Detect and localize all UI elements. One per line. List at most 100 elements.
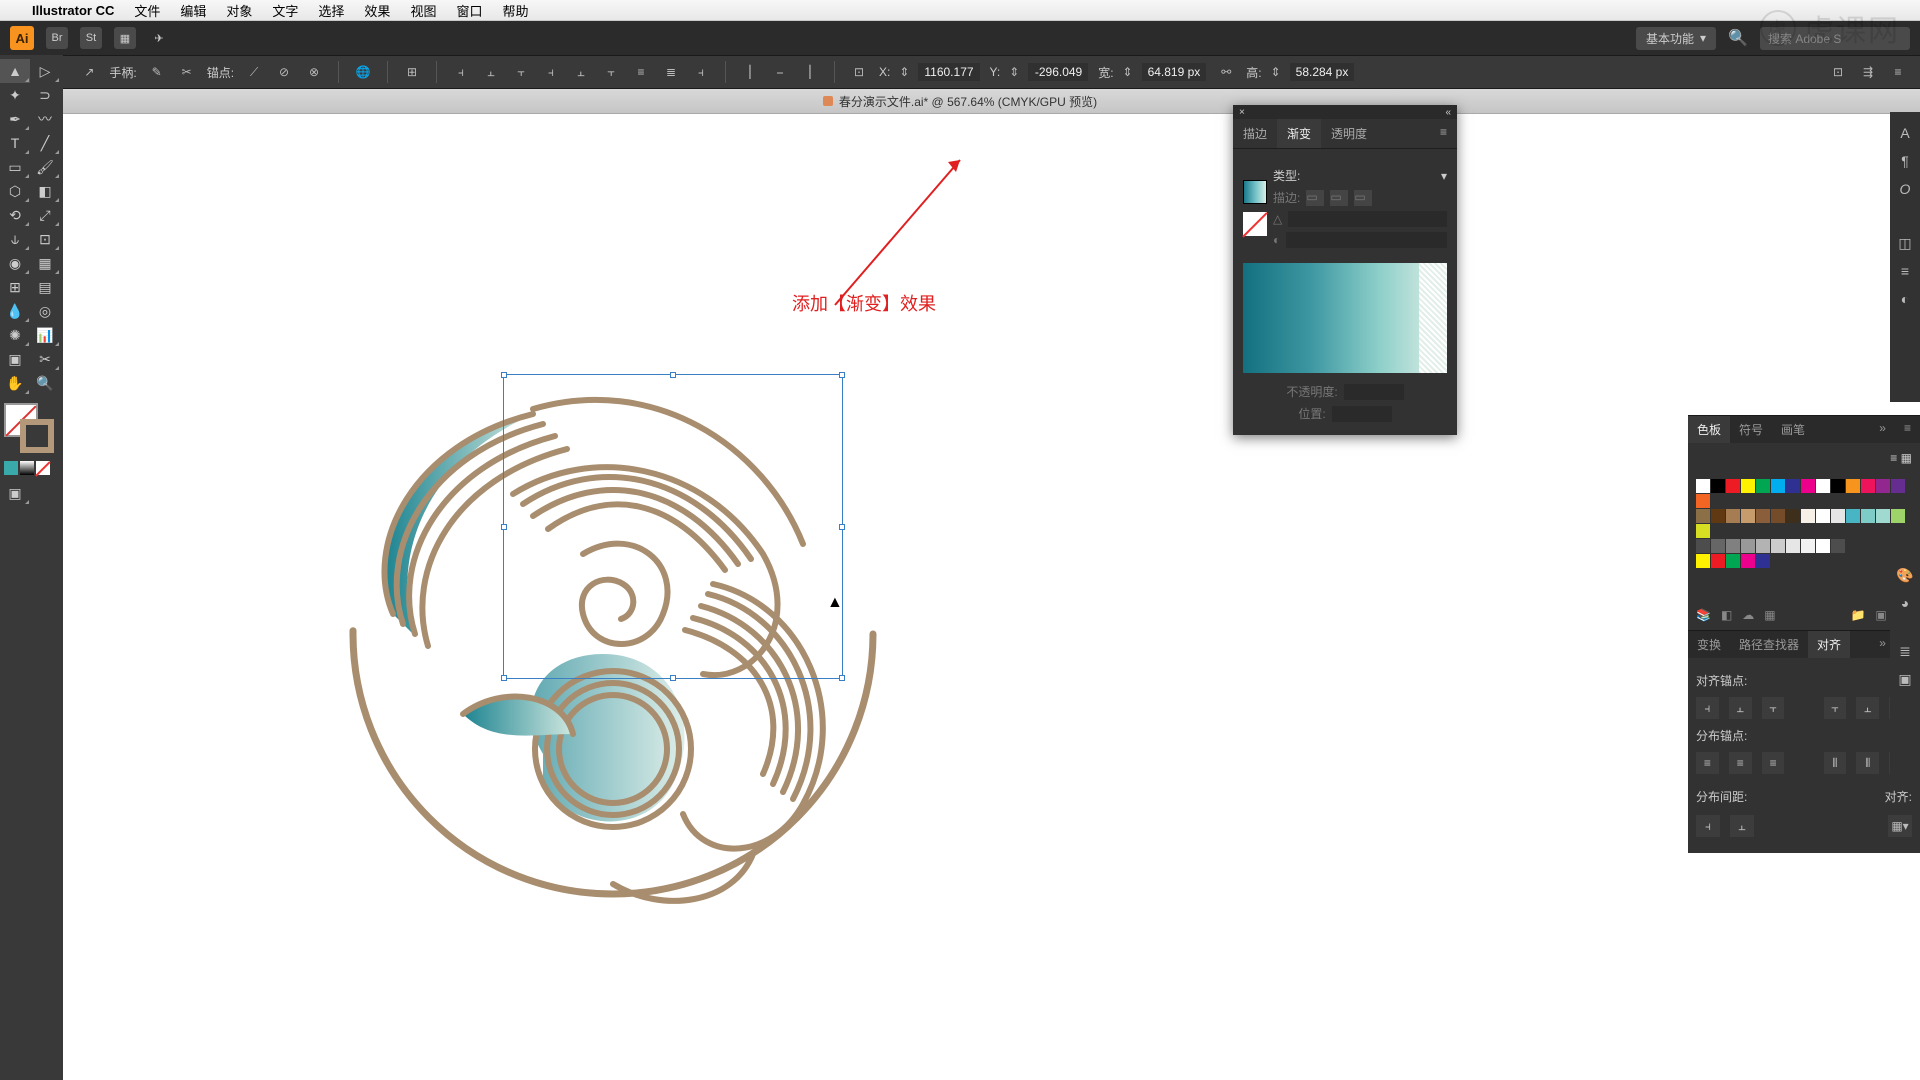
isolate-b-icon[interactable]: ⎮: [800, 62, 820, 82]
swatch-color[interactable]: [1711, 554, 1725, 568]
swatch-color[interactable]: [1726, 539, 1740, 553]
swatch-color[interactable]: [1696, 554, 1710, 568]
swatch-color[interactable]: [1696, 479, 1710, 493]
blend-tool[interactable]: ◎: [30, 299, 60, 323]
swatch-color[interactable]: [1876, 509, 1890, 523]
swatch-color[interactable]: [1726, 509, 1740, 523]
pathfinder-icon[interactable]: ◐: [1894, 288, 1916, 310]
dist-hspace-btn[interactable]: ⫠: [1730, 815, 1754, 837]
swatch-row[interactable]: [1696, 509, 1912, 538]
swatch-color[interactable]: [1816, 479, 1830, 493]
document-title[interactable]: 春分演示文件.ai* @ 567.64% (CMYK/GPU 预览): [839, 93, 1097, 110]
swatch-color[interactable]: [1756, 479, 1770, 493]
swatch-color[interactable]: [1891, 479, 1905, 493]
swatch-color[interactable]: [1696, 524, 1710, 538]
swatch-color[interactable]: [1831, 509, 1845, 523]
align-top-icon[interactable]: ⫞: [541, 62, 561, 82]
type-tool[interactable]: T: [0, 131, 30, 155]
menu-window[interactable]: 窗口: [456, 1, 482, 20]
tab-pathfinder[interactable]: 路径查找器: [1730, 631, 1808, 658]
align-pixel-icon[interactable]: ⊞: [402, 62, 422, 82]
swatch-color[interactable]: [1696, 494, 1710, 508]
dist-v-icon[interactable]: ≣: [661, 62, 681, 82]
rotate-tool[interactable]: ⟲: [0, 203, 30, 227]
swatch-color[interactable]: [1756, 554, 1770, 568]
new-folder-icon[interactable]: 📁: [1850, 608, 1865, 622]
perspective-tool[interactable]: ▦: [30, 251, 60, 275]
y-link-icon[interactable]: ⇕: [1004, 62, 1024, 82]
layers-icon[interactable]: ≣: [1894, 640, 1916, 662]
swatch-color[interactable]: [1801, 539, 1815, 553]
close-icon[interactable]: ×: [1239, 107, 1245, 118]
app-name[interactable]: Illustrator CC: [32, 3, 114, 18]
mesh-tool[interactable]: ⊞: [0, 275, 30, 299]
artboards-icon[interactable]: ▣: [1894, 668, 1916, 690]
swatch-color[interactable]: [1786, 509, 1800, 523]
curvature-tool[interactable]: 〰: [30, 107, 60, 131]
handle-cut-icon[interactable]: ✂: [177, 62, 197, 82]
scale-tool[interactable]: ⤢: [30, 203, 60, 227]
swatch-color[interactable]: [1861, 509, 1875, 523]
dist-left-btn[interactable]: ⦀: [1824, 752, 1847, 774]
swatch-color[interactable]: [1801, 509, 1815, 523]
expand-icon[interactable]: »: [1870, 416, 1895, 443]
menu-edit[interactable]: 编辑: [180, 1, 206, 20]
panel-menu-icon[interactable]: ≡: [1430, 119, 1457, 148]
isolate-icon[interactable]: ⊡: [1828, 62, 1848, 82]
swatch-color[interactable]: [1846, 509, 1860, 523]
zoom-tool[interactable]: 🔍: [30, 371, 60, 395]
swatch-color[interactable]: [1696, 509, 1710, 523]
dist-vspace-btn[interactable]: ⫞: [1696, 815, 1720, 837]
link-wh-icon[interactable]: ⚯: [1216, 62, 1236, 82]
menu-effect[interactable]: 效果: [364, 1, 390, 20]
menu-file[interactable]: 文件: [134, 1, 160, 20]
pin-icon[interactable]: ⇶: [1858, 62, 1878, 82]
align-to-dropdown[interactable]: ▦▾: [1888, 815, 1912, 837]
screen-mode-tool[interactable]: ▣: [0, 481, 30, 505]
swatch-color[interactable]: [1771, 479, 1785, 493]
swatch-color[interactable]: [1831, 479, 1845, 493]
swatch-color[interactable]: [1771, 509, 1785, 523]
swatch-color[interactable]: [1816, 509, 1830, 523]
dist-bottom-btn[interactable]: ≡: [1762, 752, 1785, 774]
color-mode-picker[interactable]: [4, 461, 59, 475]
w-value[interactable]: 64.819 px: [1142, 63, 1207, 81]
swatch-color[interactable]: [1846, 479, 1860, 493]
graph-tool[interactable]: 📊: [30, 323, 60, 347]
paragraph-icon[interactable]: ¶: [1894, 150, 1916, 172]
swatch-color[interactable]: [1741, 539, 1755, 553]
align-hcenter-btn[interactable]: ⫠: [1729, 697, 1752, 719]
swatch-row[interactable]: [1696, 554, 1912, 568]
tab-gradient[interactable]: 渐变: [1277, 119, 1321, 148]
globe-icon[interactable]: 🌐: [353, 62, 373, 82]
swatch-color[interactable]: [1876, 479, 1890, 493]
more-icon[interactable]: ≡: [1888, 62, 1908, 82]
dist-left-icon[interactable]: ⫞: [691, 62, 711, 82]
swatch-color[interactable]: [1711, 479, 1725, 493]
symbol-sprayer-tool[interactable]: ✺: [0, 323, 30, 347]
align-left-btn[interactable]: ⫞: [1696, 697, 1719, 719]
swatch-color[interactable]: [1861, 479, 1875, 493]
lasso-tool[interactable]: ⊃: [30, 83, 60, 107]
new-swatch-icon[interactable]: ▣: [1875, 608, 1886, 622]
swatch-row[interactable]: [1696, 479, 1912, 508]
tab-transparency[interactable]: 透明度: [1321, 119, 1377, 148]
canvas[interactable]: ▲: [63, 114, 1920, 1080]
h-link-icon[interactable]: ⇕: [1266, 62, 1286, 82]
swatch-kind-icon[interactable]: ◧: [1721, 608, 1732, 622]
swatch-color[interactable]: [1756, 539, 1770, 553]
swatch-color[interactable]: [1711, 539, 1725, 553]
swatch-color[interactable]: [1741, 554, 1755, 568]
isolate-v-icon[interactable]: ⎮: [740, 62, 760, 82]
hand-tool[interactable]: ✋: [0, 371, 30, 395]
dist-vcenter-btn[interactable]: ≡: [1729, 752, 1752, 774]
swatch-color[interactable]: [1786, 479, 1800, 493]
swatch-color[interactable]: [1726, 479, 1740, 493]
color-icon[interactable]: 🎨: [1894, 564, 1916, 586]
line-tool[interactable]: ╱: [30, 131, 60, 155]
align-vcenter-icon[interactable]: ⫠: [571, 62, 591, 82]
selection-tool[interactable]: ▲: [0, 59, 30, 83]
shaper-tool[interactable]: ⬡: [0, 179, 30, 203]
color-guide-icon[interactable]: ◕: [1894, 592, 1916, 614]
gradient-preview-bar[interactable]: [1243, 263, 1447, 373]
